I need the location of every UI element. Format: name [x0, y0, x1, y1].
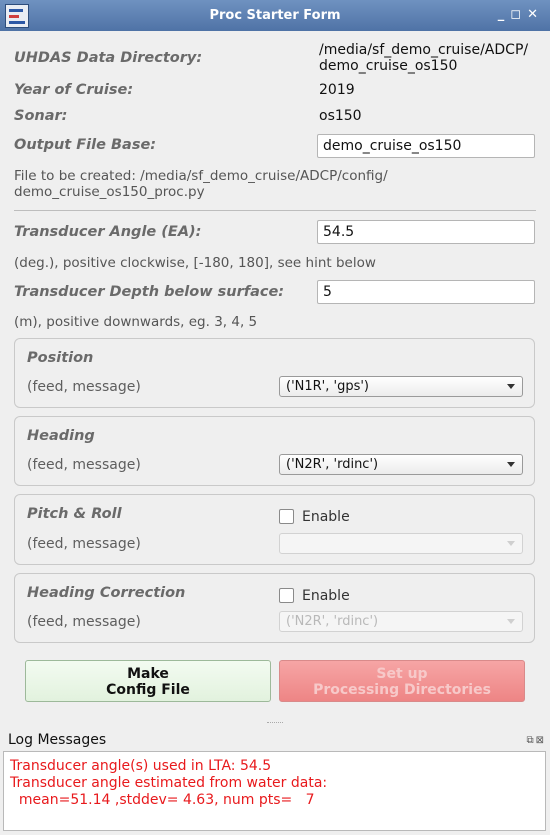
heading-correction-select-value: ('N2R', 'rdinc') — [286, 614, 379, 629]
pitch-roll-group: Pitch & Roll Enable (feed, message) — [14, 494, 535, 565]
log-line: mean=51.14 ,stddev= 4.63, num pts= 7 — [10, 792, 315, 808]
window-title: Proc Starter Form — [209, 8, 341, 23]
log-line: Transducer angle(s) used in LTA: 54.5 — [10, 758, 272, 774]
transducer-depth-label: Transducer Depth below surface: — [14, 284, 285, 300]
log-dock-titlebar: Log Messages ⧉ ⊠ — [0, 730, 550, 750]
transducer-angle-label: Transducer Angle (EA): — [14, 224, 202, 240]
window-controls[interactable]: _◻✕ — [498, 7, 544, 22]
year-label: Year of Cruise: — [14, 82, 134, 98]
heading-feed-label: (feed, message) — [27, 457, 141, 473]
chevron-down-icon — [507, 384, 515, 389]
position-feed-label: (feed, message) — [27, 379, 141, 395]
heading-correction-title: Heading Correction — [27, 585, 186, 601]
log-messages-box[interactable]: Transducer angle(s) used in LTA: 54.5 Tr… — [3, 751, 546, 831]
divider — [14, 210, 536, 211]
heading-select-value: ('N2R', 'rdinc') — [286, 457, 379, 472]
pitch-roll-enable-checkbox[interactable] — [279, 509, 294, 524]
maximize-icon[interactable]: ◻ — [510, 7, 527, 22]
transducer-depth-input[interactable]: 5 — [317, 280, 535, 304]
heading-correction-feed-label: (feed, message) — [27, 614, 141, 630]
chevron-down-icon — [507, 462, 515, 467]
minimize-icon[interactable]: _ — [498, 7, 511, 22]
close-icon[interactable]: ⊠ — [536, 735, 544, 746]
output-base-label: Output File Base: — [14, 137, 157, 153]
position-select-value: ('N1R', 'gps') — [286, 379, 370, 394]
output-base-input[interactable]: demo_cruise_os150 — [317, 134, 535, 158]
chevron-down-icon — [507, 541, 515, 546]
year-value: 2019 — [319, 82, 355, 98]
heading-correction-group: Heading Correction Enable (feed, message… — [14, 573, 535, 643]
heading-correction-enable-checkbox[interactable] — [279, 588, 294, 603]
data-directory-value: /media/sf_demo_cruise/ADCP/ demo_cruise_… — [319, 42, 529, 74]
position-group: Position (feed, message) ('N1R', 'gps') — [14, 338, 535, 408]
setup-processing-button[interactable]: Set up Processing Directories — [279, 660, 525, 702]
float-icon[interactable]: ⧉ — [526, 735, 533, 746]
pitch-roll-enable-label[interactable]: Enable — [302, 509, 350, 525]
pitch-roll-title: Pitch & Roll — [27, 506, 122, 522]
pitch-roll-select[interactable] — [279, 533, 523, 554]
window-titlebar[interactable]: Proc Starter Form _◻✕ — [0, 0, 550, 31]
transducer-angle-input[interactable]: 54.5 — [317, 220, 535, 244]
data-directory-label: UHDAS Data Directory: — [14, 50, 203, 66]
transducer-angle-hint: (deg.), positive clockwise, [-180, 180],… — [14, 255, 376, 271]
heading-group: Heading (feed, message) ('N2R', 'rdinc') — [14, 416, 535, 486]
position-select[interactable]: ('N1R', 'gps') — [279, 376, 523, 397]
sonar-label: Sonar: — [14, 108, 68, 124]
heading-select[interactable]: ('N2R', 'rdinc') — [279, 454, 523, 475]
make-config-button[interactable]: Make Config File — [25, 660, 271, 702]
splitter-handle[interactable] — [267, 722, 283, 725]
sonar-value: os150 — [319, 108, 362, 124]
pitch-roll-feed-label: (feed, message) — [27, 536, 141, 552]
transducer-depth-hint: (m), positive downwards, eg. 3, 4, 5 — [14, 314, 258, 330]
position-title: Position — [27, 350, 94, 366]
log-line: Transducer angle estimated from water da… — [10, 775, 328, 791]
chevron-down-icon — [507, 619, 515, 624]
heading-title: Heading — [27, 428, 95, 444]
file-to-be-created: File to be created: /media/sf_demo_cruis… — [14, 168, 388, 200]
log-title: Log Messages — [8, 732, 107, 748]
close-icon[interactable]: ✕ — [527, 7, 544, 22]
heading-correction-enable-label[interactable]: Enable — [302, 588, 350, 604]
heading-correction-select[interactable]: ('N2R', 'rdinc') — [279, 611, 523, 632]
